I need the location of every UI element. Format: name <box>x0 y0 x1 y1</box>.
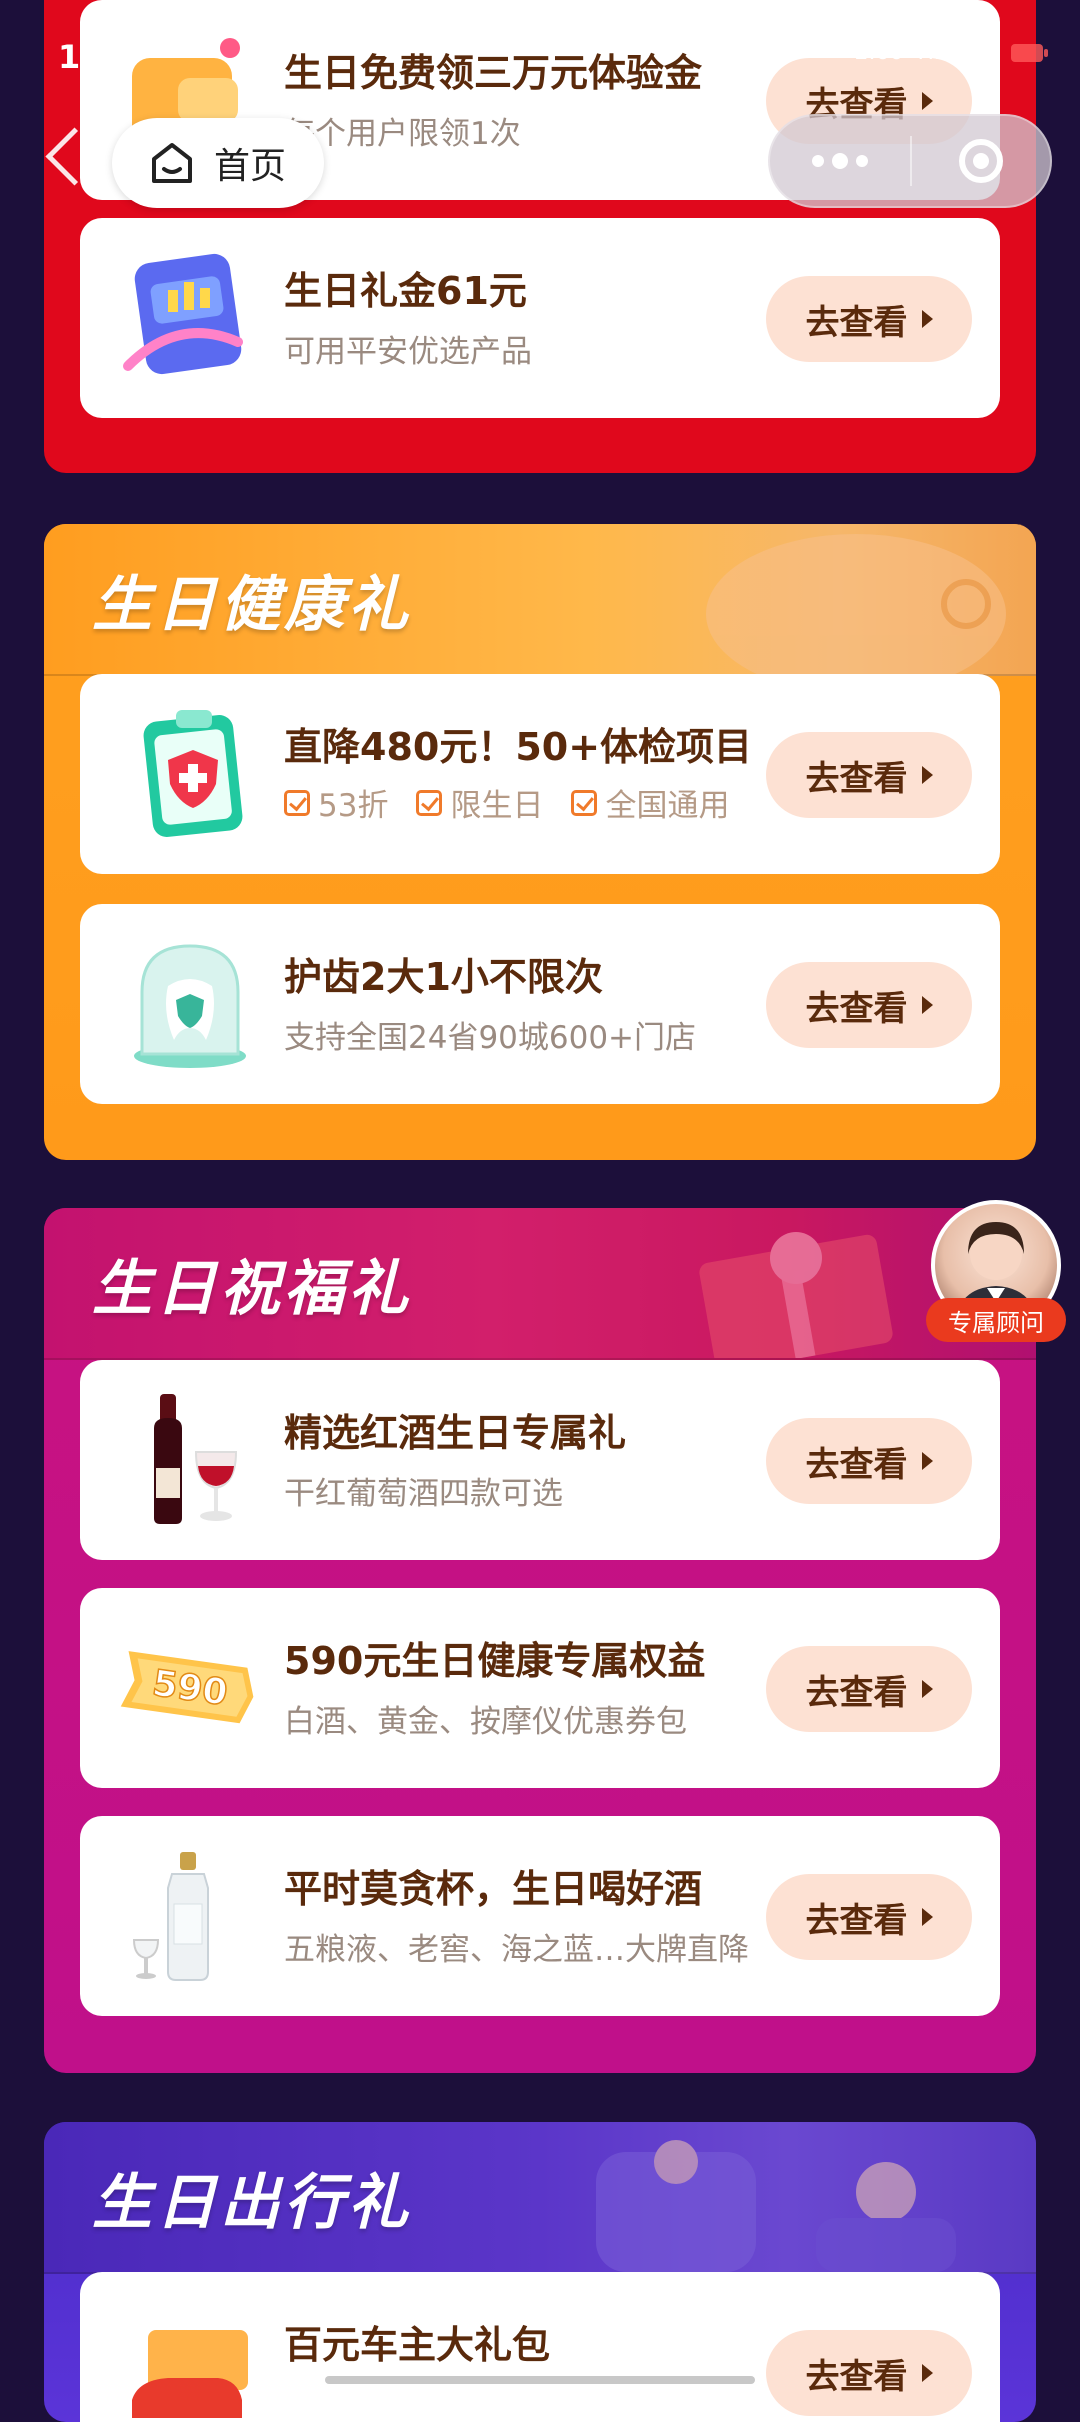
view-button[interactable]: 去查看 <box>766 2330 972 2416</box>
chart-card-icon <box>123 253 243 375</box>
section-blessing-gift: 生日祝福礼 精选红酒生日专属礼 干红葡萄酒四款可选 去查看 590 590元生日… <box>44 1208 1036 2073</box>
tag-list: 53折 限生日 全国通用 <box>284 780 729 825</box>
section-title: 生日出行礼 <box>92 2167 412 2238</box>
more-dots-icon <box>832 153 848 169</box>
wine-bottle-icon <box>154 1394 238 1524</box>
car-interior-decoration <box>596 2140 956 2272</box>
section-title: 生日祝福礼 <box>92 1253 412 1324</box>
coupon-icon: 590 <box>120 1651 254 1724</box>
card-subtitle: 干红葡萄酒四款可选 <box>284 1476 563 1512</box>
card-car-owner-pack[interactable]: 百元车主大礼包 去查看 <box>80 2272 1000 2422</box>
network-speed: 2.60 <box>854 40 904 65</box>
card-title: 平时莫贪杯，生日喝好酒 <box>284 1867 703 1911</box>
tag-label: 53折 <box>318 788 389 824</box>
card-subtitle: 白酒、黄金、按摩仪优惠券包 <box>284 1704 687 1740</box>
home-button[interactable]: 首页 <box>112 118 324 208</box>
checkbox-icon <box>571 789 598 816</box>
view-button-label: 去查看 <box>805 1672 908 1713</box>
view-button[interactable]: 去查看 <box>766 732 972 818</box>
card-birthday-gift-money[interactable]: 生日礼金61元 可用平安优选产品 去查看 <box>80 218 1000 418</box>
view-button[interactable]: 去查看 <box>766 276 972 362</box>
card-title: 直降480元！50+体检项目 <box>284 725 753 769</box>
home-indicator[interactable] <box>325 2376 755 2384</box>
card-title: 精选红酒生日专属礼 <box>284 1411 627 1455</box>
close-ring-icon <box>959 139 1003 183</box>
card-subtitle: 支持全国24省90城600+门店 <box>284 1020 697 1056</box>
card-dental[interactable]: 护齿2大1小不限次 支持全国24省90城600+门店 去查看 <box>80 904 1000 1104</box>
card-checkup[interactable]: 直降480元！50+体检项目 53折 限生日 全国通用 去查看 <box>80 674 1000 874</box>
view-button-label: 去查看 <box>805 758 908 799</box>
card-title: 生日礼金61元 <box>284 269 527 313</box>
more-button[interactable] <box>770 116 910 206</box>
tag-label: 全国通用 <box>605 788 730 824</box>
tooth-dome-icon <box>134 944 246 1068</box>
caret-right-icon <box>921 766 933 784</box>
close-miniprogram-button[interactable] <box>912 139 1050 183</box>
caret-right-icon <box>921 310 933 328</box>
view-button-label: 去查看 <box>805 1444 908 1485</box>
card-title: 百元车主大礼包 <box>284 2323 551 2367</box>
home-label: 首页 <box>214 146 287 187</box>
advisor-badge: 专属顾问 <box>926 1298 1066 1342</box>
card-title: 护齿2大1小不限次 <box>284 955 603 999</box>
caret-right-icon <box>921 1452 933 1470</box>
section-title: 生日健康礼 <box>92 569 412 640</box>
section-health-gift: 生日健康礼 直降480元！50+体检项目 53折 限生日 全国通用 去查看 护齿… <box>44 524 1036 1160</box>
view-button[interactable]: 去查看 <box>766 1874 972 1960</box>
checkbox-icon <box>416 789 443 816</box>
home-icon <box>152 143 192 183</box>
liquor-bottle-icon <box>132 1852 209 1981</box>
more-dots-icon <box>812 155 824 167</box>
car-coupon-icon <box>132 2330 248 2418</box>
medical-clipboard-icon <box>143 710 243 837</box>
checkbox-icon <box>284 789 310 816</box>
view-button[interactable]: 去查看 <box>766 1418 972 1504</box>
caret-right-icon <box>921 2364 933 2382</box>
miniprogram-capsule <box>768 114 1052 208</box>
card-liquor[interactable]: 平时莫贪杯，生日喝好酒 五粮液、老窖、海之蓝…大牌直降 去查看 <box>80 1816 1000 2016</box>
status-icons: 2.60 HD 5G <box>854 40 1050 65</box>
status-time: 1 <box>58 38 81 76</box>
card-590-benefit[interactable]: 590 590元生日健康专属权益 白酒、黄金、按摩仪优惠券包 去查看 <box>80 1588 1000 1788</box>
card-subtitle: 可用平安优选产品 <box>284 334 532 370</box>
advisor-float[interactable]: 专属顾问 <box>926 1200 1066 1345</box>
card-subtitle: 五粮液、老窖、海之蓝…大牌直降 <box>284 1932 749 1968</box>
more-dots-icon <box>856 155 868 167</box>
signal-label: 5G <box>964 40 996 65</box>
doctor-decoration <box>706 534 1006 674</box>
caret-right-icon <box>921 996 933 1014</box>
view-button-label: 去查看 <box>805 1900 908 1941</box>
card-red-wine[interactable]: 精选红酒生日专属礼 干红葡萄酒四款可选 去查看 <box>80 1360 1000 1560</box>
section-header: 生日祝福礼 <box>44 1208 1036 1360</box>
section-header: 生日出行礼 <box>44 2122 1036 2274</box>
status-bar: 1 2.60 HD 5G <box>0 0 1080 110</box>
tag: 53折 <box>284 780 388 825</box>
tag-label: 限生日 <box>450 788 544 824</box>
tag: 限生日 <box>416 780 543 825</box>
hd-badge: HD <box>917 40 951 65</box>
caret-right-icon <box>921 1908 933 1926</box>
tag: 全国通用 <box>571 780 729 825</box>
caret-right-icon <box>921 1680 933 1698</box>
battery-icon <box>1011 43 1048 62</box>
section-header: 生日健康礼 <box>44 524 1036 676</box>
view-button-label: 去查看 <box>805 2356 908 2397</box>
view-button-label: 去查看 <box>805 988 908 1029</box>
view-button-label: 去查看 <box>805 302 908 343</box>
card-title: 590元生日健康专属权益 <box>284 1639 706 1683</box>
view-button[interactable]: 去查看 <box>766 962 972 1048</box>
view-button[interactable]: 去查看 <box>766 1646 972 1732</box>
